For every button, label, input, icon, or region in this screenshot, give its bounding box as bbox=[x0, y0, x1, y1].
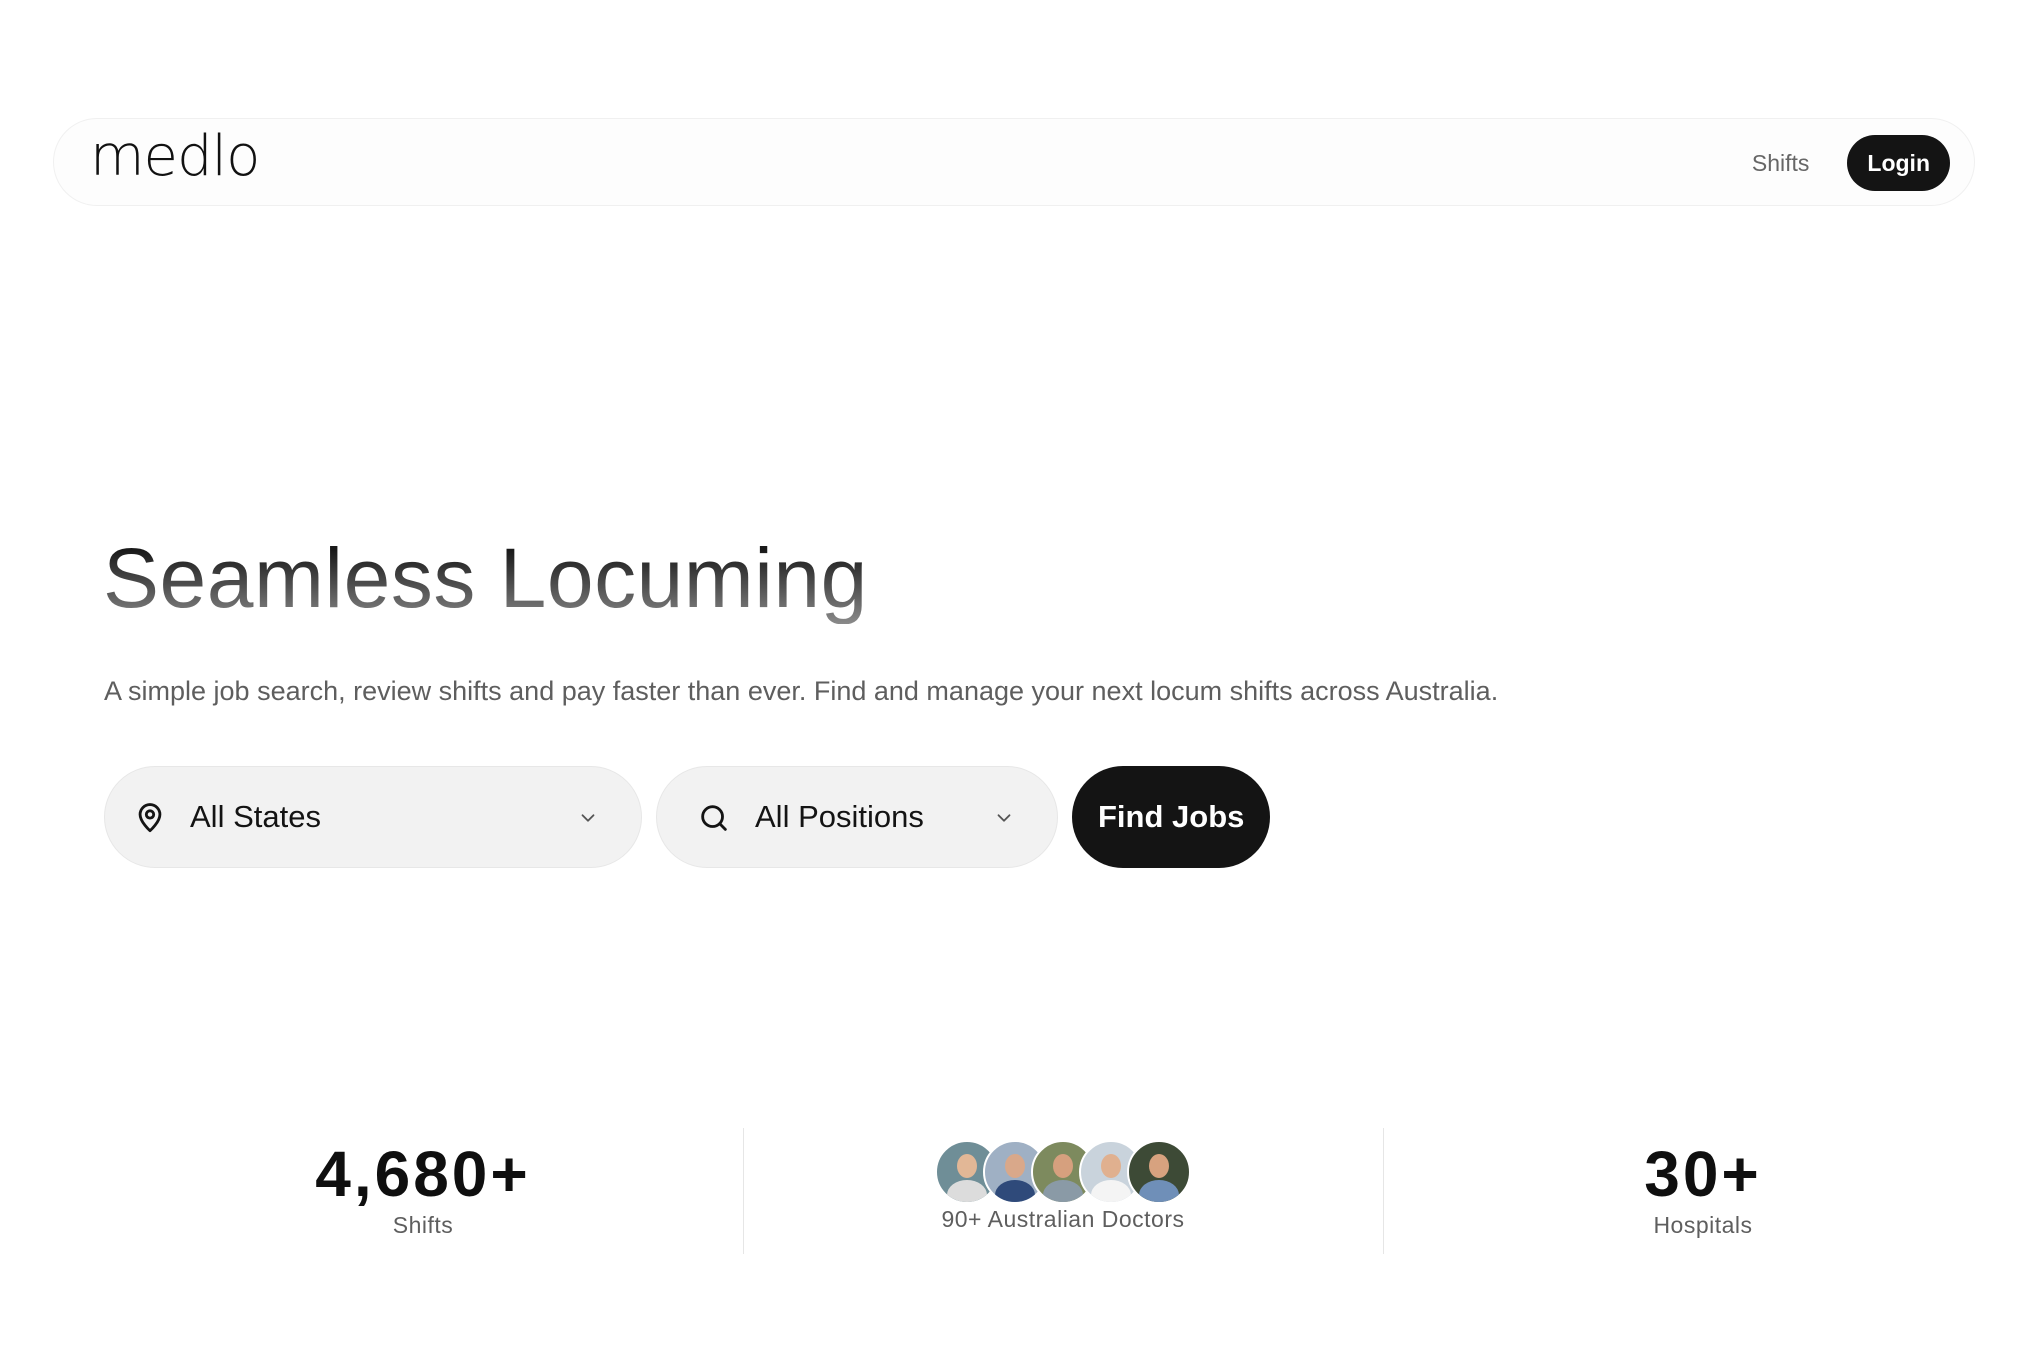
shifts-label: Shifts bbox=[392, 1212, 454, 1238]
nav-links: Shifts Login bbox=[1752, 135, 1950, 191]
avatar bbox=[1127, 1140, 1191, 1204]
map-pin-icon bbox=[138, 803, 162, 833]
search-icon bbox=[701, 805, 727, 831]
chevron-down-icon bbox=[997, 814, 1011, 822]
shifts-stat: 4,680+ Shifts bbox=[103, 1128, 743, 1254]
job-search-bar: All States All Positions Find Jobs bbox=[104, 766, 1271, 868]
stats-section: 4,680+ Shifts 90+ Australian Doctors 30+… bbox=[103, 1128, 2023, 1254]
position-select[interactable]: All Positions bbox=[656, 766, 1058, 868]
find-jobs-button[interactable]: Find Jobs bbox=[1072, 766, 1271, 868]
top-navigation-bar: medlo Shifts Login bbox=[53, 118, 1975, 206]
hospitals-label: Hospitals bbox=[1653, 1212, 1753, 1238]
shifts-count: 4,680+ bbox=[315, 1138, 531, 1210]
state-select[interactable]: All States bbox=[104, 766, 642, 868]
hero-subtitle: A simple job search, review shifts and p… bbox=[104, 676, 1499, 706]
state-select-value: All States bbox=[190, 799, 321, 834]
doctors-stat: 90+ Australian Doctors bbox=[743, 1128, 1383, 1254]
hero-title: Seamless Locuming bbox=[103, 531, 868, 625]
position-select-value: All Positions bbox=[755, 799, 924, 834]
hospitals-count: 30+ bbox=[1644, 1138, 1762, 1210]
hospitals-stat: 30+ Hospitals bbox=[1383, 1128, 2023, 1254]
chevron-down-icon bbox=[581, 814, 595, 822]
doctors-label: 90+ Australian Doctors bbox=[941, 1206, 1185, 1232]
medlo-logo[interactable]: medlo bbox=[90, 129, 260, 185]
doctor-avatars bbox=[743, 1140, 1383, 1204]
nav-shifts-link[interactable]: Shifts bbox=[1752, 150, 1810, 177]
login-button[interactable]: Login bbox=[1847, 135, 1950, 191]
